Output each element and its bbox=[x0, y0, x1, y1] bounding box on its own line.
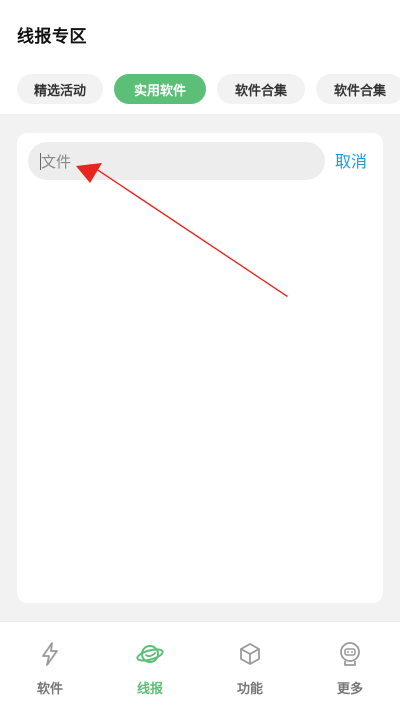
content-area: 取消 bbox=[0, 114, 400, 621]
nav-label-features: 功能 bbox=[236, 682, 263, 697]
nav-label-software: 软件 bbox=[36, 682, 63, 697]
tab-bar: 精选活动 实用软件 软件合集 软件合集 bbox=[0, 66, 400, 114]
search-panel: 取消 bbox=[17, 133, 383, 603]
lightning-icon bbox=[42, 642, 58, 666]
page-title: 线报专区 bbox=[17, 27, 87, 47]
text-caret bbox=[40, 153, 41, 170]
nav-label-news: 线报 bbox=[136, 682, 163, 697]
bottom-nav: 软件 线报 功能 更多 bbox=[0, 621, 400, 711]
planet-icon bbox=[136, 645, 164, 663]
tab-featured-activities[interactable]: 精选活动 bbox=[17, 74, 103, 104]
nav-item-more[interactable]: 更多 bbox=[315, 640, 385, 700]
cube-icon bbox=[240, 643, 260, 665]
nav-item-features[interactable]: 功能 bbox=[215, 640, 285, 700]
header: 线报专区 bbox=[0, 0, 400, 66]
robot-icon bbox=[340, 642, 360, 666]
tab-software-collection-2[interactable]: 软件合集 bbox=[316, 74, 400, 104]
nav-label-more: 更多 bbox=[336, 682, 363, 697]
tab-software-collection[interactable]: 软件合集 bbox=[217, 74, 305, 104]
nav-item-software[interactable]: 软件 bbox=[15, 640, 85, 700]
search-input[interactable] bbox=[41, 142, 311, 180]
tab-utility-software[interactable]: 实用软件 bbox=[114, 74, 206, 104]
nav-item-news[interactable]: 线报 bbox=[115, 640, 185, 700]
cancel-button[interactable]: 取消 bbox=[335, 148, 367, 172]
search-box[interactable] bbox=[28, 142, 325, 180]
